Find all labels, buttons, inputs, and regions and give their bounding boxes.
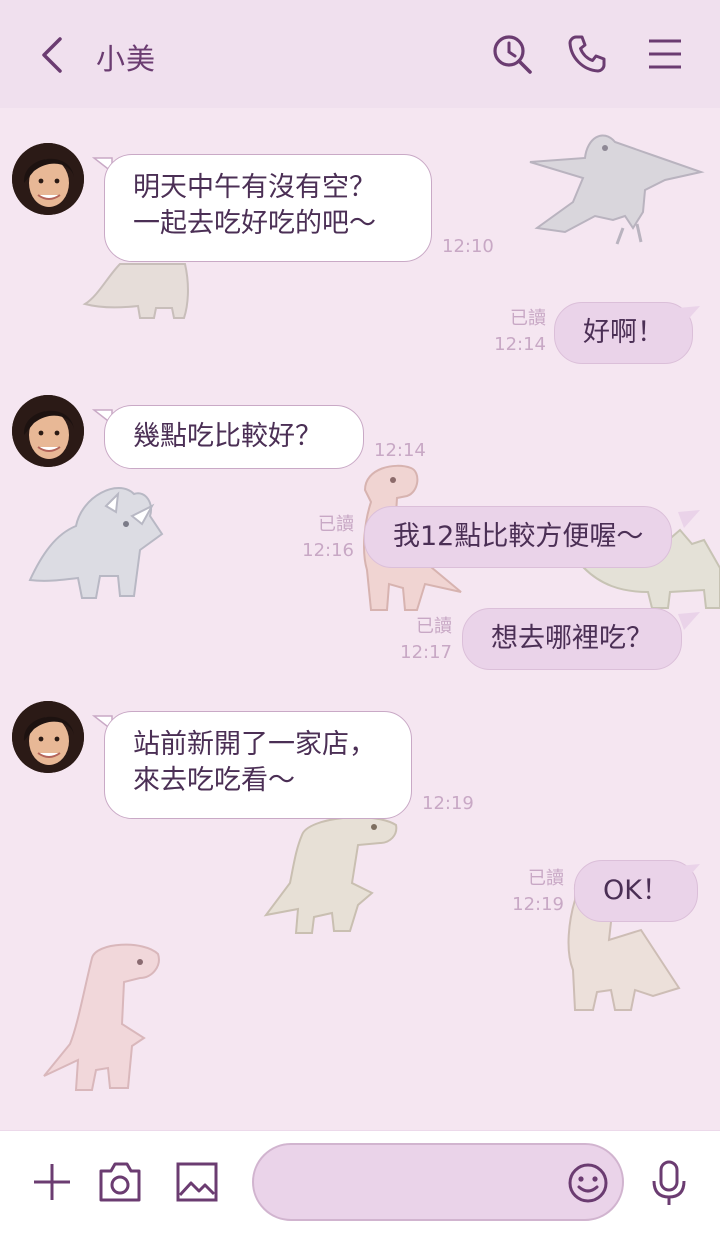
- profile-photo-icon: [12, 701, 84, 773]
- dinosaur-decoration-beige: [82, 263, 189, 319]
- contact-avatar[interactable]: [12, 701, 84, 773]
- incoming-message-bubble[interactable]: 幾點吃比較好？: [104, 405, 364, 469]
- message-timestamp: 12:16: [302, 540, 354, 561]
- image-button[interactable]: [172, 1157, 222, 1207]
- message-timestamp: 12:14: [494, 334, 546, 355]
- message-timestamp: 12:14: [374, 440, 426, 461]
- call-button[interactable]: [563, 30, 611, 78]
- pterodactyl-decoration: [529, 134, 705, 245]
- trex-decoration-rose: [43, 943, 160, 1091]
- read-receipt: 已讀 12:17: [396, 614, 452, 666]
- message-timestamp: 12:10: [442, 236, 494, 257]
- bubble-tail: [678, 306, 700, 324]
- contact-avatar[interactable]: [12, 395, 84, 467]
- chat-title: 小美: [96, 42, 157, 76]
- camera-icon: [99, 1162, 141, 1202]
- bubble-tail: [678, 864, 700, 882]
- read-status: 已讀: [318, 514, 354, 535]
- profile-photo-icon: [12, 143, 84, 215]
- read-receipt: 已讀 12:14: [490, 306, 546, 358]
- message-input-box[interactable]: [252, 1143, 624, 1221]
- message-timestamp: 12:19: [512, 894, 564, 915]
- incoming-message-bubble[interactable]: 站前新開了一家店， 來去吃吃看～: [104, 711, 412, 819]
- menu-icon: [649, 39, 681, 69]
- plus-icon: [34, 1164, 70, 1200]
- microphone-icon: [652, 1160, 686, 1205]
- clock-search-icon: [493, 35, 532, 74]
- outgoing-message-bubble[interactable]: 好啊！: [554, 302, 693, 364]
- contact-avatar[interactable]: [12, 143, 84, 215]
- read-status: 已讀: [416, 616, 452, 637]
- message-composer-bar: [0, 1130, 720, 1233]
- smiley-icon[interactable]: [566, 1161, 610, 1205]
- trex-decoration-beige: [263, 816, 398, 934]
- read-receipt: 已讀 12:19: [508, 866, 564, 918]
- phone-icon: [568, 35, 606, 73]
- chevron-left-icon: [42, 37, 62, 73]
- chat-header: 小美: [0, 0, 720, 108]
- back-button[interactable]: [28, 28, 78, 82]
- voice-input-button[interactable]: [646, 1157, 692, 1209]
- outgoing-message-bubble[interactable]: 我12點比較方便喔～: [364, 506, 673, 568]
- search-button[interactable]: [488, 30, 536, 78]
- image-icon: [176, 1162, 218, 1202]
- menu-button[interactable]: [640, 30, 690, 78]
- add-button[interactable]: [28, 1157, 76, 1207]
- outgoing-message-bubble[interactable]: 想去哪裡吃？: [462, 608, 682, 670]
- triceratops-decoration: [28, 487, 164, 599]
- read-receipt: 已讀 12:16: [298, 512, 354, 564]
- camera-button[interactable]: [95, 1157, 145, 1207]
- bubble-tail: [678, 510, 700, 528]
- profile-photo-icon: [12, 395, 84, 467]
- message-timestamp: 12:17: [400, 642, 452, 663]
- message-timestamp: 12:19: [422, 793, 474, 814]
- message-input[interactable]: [274, 1163, 548, 1203]
- read-status: 已讀: [528, 868, 564, 889]
- incoming-message-bubble[interactable]: 明天中午有沒有空？ 一起去吃好吃的吧～: [104, 154, 432, 262]
- bubble-tail: [678, 612, 700, 630]
- chat-area[interactable]: 明天中午有沒有空？ 一起去吃好吃的吧～ 12:10 已讀 12:14 好啊！ 幾…: [0, 108, 720, 1130]
- read-status: 已讀: [510, 308, 546, 329]
